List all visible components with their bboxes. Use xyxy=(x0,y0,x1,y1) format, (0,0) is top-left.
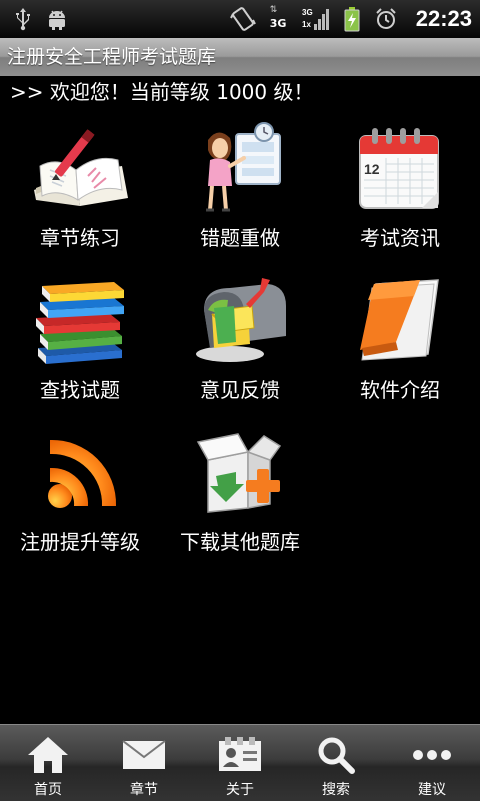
alarm-icon xyxy=(374,7,398,31)
nav-item-home[interactable]: 首页 xyxy=(0,725,96,801)
network-type-label: 3G xyxy=(269,17,287,30)
nav-item-search[interactable]: 搜索 xyxy=(288,725,384,801)
grid-item-label: 章节练习 xyxy=(40,226,120,250)
grid-item-chapter-practice[interactable]: 章节练习 xyxy=(0,110,160,262)
nav-label: 关于 xyxy=(226,782,254,798)
notebook-pen-icon xyxy=(30,118,130,218)
vibrate-icon xyxy=(229,6,256,32)
grid-item-label: 注册提升等级 xyxy=(20,530,140,554)
status-bar: ⇅ 3G 3G 1x 22:23 xyxy=(0,0,480,38)
envelope-icon xyxy=(121,735,167,777)
search-icon xyxy=(316,735,356,779)
grid-item-label: 意见反馈 xyxy=(200,378,280,402)
status-clock: 22:23 xyxy=(415,6,472,31)
nav-label: 搜索 xyxy=(322,782,350,798)
mailbox-icon xyxy=(190,270,290,370)
grid-item-download-banks[interactable]: 下载其他题库 xyxy=(160,414,320,566)
nav-label: 建议 xyxy=(418,782,446,798)
android-debug-icon xyxy=(46,7,68,31)
battery-charging-icon xyxy=(344,6,360,32)
bottom-navigation: 首页 章节 关于 搜索 建议 xyxy=(0,724,480,801)
app-title-bar: 注册安全工程师考试题库 xyxy=(0,38,480,76)
grid-item-find-questions[interactable]: 查找试题 xyxy=(0,262,160,414)
signal-icon: 3G 1x xyxy=(302,6,330,32)
calendar-icon: 12 xyxy=(350,118,450,218)
grid-item-about-software[interactable]: 软件介绍 xyxy=(320,262,480,414)
rss-icon xyxy=(30,422,130,522)
app-title: 注册安全工程师考试题库 xyxy=(7,46,217,68)
welcome-message: >> 欢迎您！当前等级 1000 级！ xyxy=(10,80,314,104)
usb-icon xyxy=(14,7,32,31)
home-icon xyxy=(26,735,70,779)
grid-item-label: 错题重做 xyxy=(200,226,280,250)
notepad-icon xyxy=(350,270,450,370)
nav-item-about[interactable]: 关于 xyxy=(192,725,288,801)
package-add-icon xyxy=(190,422,290,522)
grid-item-label: 下载其他题库 xyxy=(180,530,300,554)
svg-text:3G: 3G xyxy=(302,8,313,17)
nav-label: 章节 xyxy=(130,782,158,798)
contact-card-icon xyxy=(217,735,263,777)
grid-item-register-upgrade[interactable]: 注册提升等级 xyxy=(0,414,160,566)
grid-item-label: 考试资讯 xyxy=(360,226,440,250)
more-dots-icon xyxy=(410,735,454,777)
svg-text:1x: 1x xyxy=(302,20,311,29)
books-stack-icon xyxy=(30,270,130,370)
nav-item-suggest[interactable]: 建议 xyxy=(384,725,480,801)
data-3g-icon: ⇅ 3G xyxy=(269,5,287,31)
grid-item-redo-wrong[interactable]: 错题重做 xyxy=(160,110,320,262)
grid-item-label: 查找试题 xyxy=(40,378,120,402)
svg-text:12: 12 xyxy=(364,161,380,177)
grid-item-feedback[interactable]: 意见反馈 xyxy=(160,262,320,414)
grid-item-exam-news[interactable]: 12 考试资讯 xyxy=(320,110,480,262)
grid-item-label: 软件介绍 xyxy=(360,378,440,402)
nav-label: 首页 xyxy=(34,782,62,798)
nav-item-chapters[interactable]: 章节 xyxy=(96,725,192,801)
teacher-board-icon xyxy=(190,118,290,218)
